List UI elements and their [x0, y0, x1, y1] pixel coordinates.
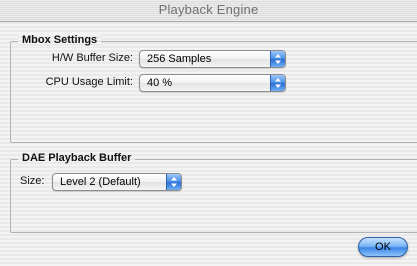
- dae-buffer-size-popup[interactable]: Level 2 (Default): [52, 173, 182, 191]
- mbox-settings-title: Mbox Settings: [18, 34, 102, 47]
- cpu-usage-limit-label: CPU Usage Limit:: [45, 76, 133, 88]
- window-title: Playback Engine: [158, 2, 259, 17]
- ok-button[interactable]: OK: [358, 237, 408, 257]
- hw-buffer-size-popup[interactable]: 256 Samples: [139, 50, 286, 68]
- dae-buffer-size-value: Level 2 (Default): [60, 176, 141, 188]
- cpu-usage-limit-value: 40 %: [147, 77, 173, 89]
- hw-buffer-size-label: H/W Buffer Size:: [51, 52, 133, 64]
- dae-playback-buffer-group: [10, 159, 417, 233]
- dae-playback-buffer-title: DAE Playback Buffer: [18, 152, 136, 165]
- title-bar[interactable]: Playback Engine: [0, 0, 417, 22]
- popup-arrows-icon: [166, 174, 181, 190]
- size-label: Size:: [20, 175, 45, 187]
- hw-buffer-size-value: 256 Samples: [147, 53, 212, 65]
- playback-engine-window: Playback Engine Mbox Settings H/W Buffer…: [0, 0, 417, 266]
- cpu-usage-limit-popup[interactable]: 40 %: [139, 74, 286, 92]
- popup-arrows-icon: [270, 51, 285, 67]
- popup-arrows-icon: [270, 75, 285, 91]
